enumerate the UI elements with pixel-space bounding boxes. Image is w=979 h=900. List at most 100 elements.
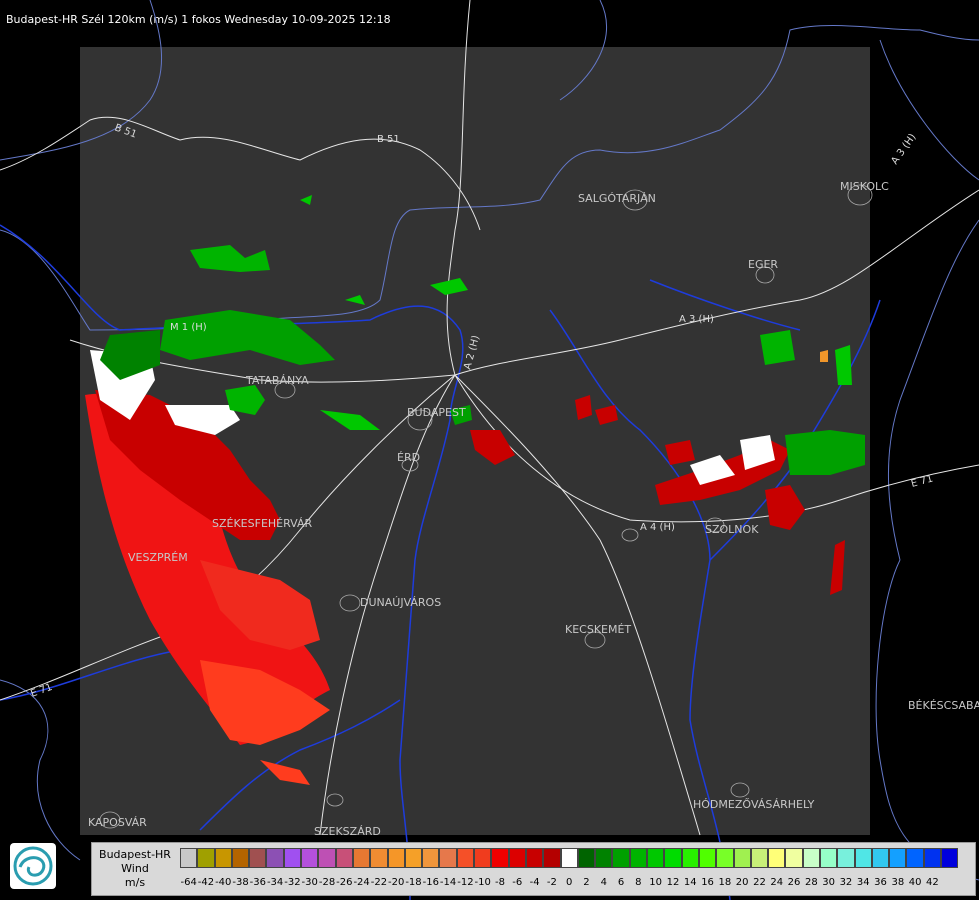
legend-tick-label: -2 (546, 877, 557, 888)
legend-tick-label: 36 (874, 877, 887, 888)
road-label: A 3 (H) (889, 132, 918, 167)
legend-swatch (422, 848, 440, 868)
road-label: A 4 (H) (640, 522, 675, 533)
legend-swatch (906, 848, 924, 868)
legend-swatch (750, 848, 769, 868)
legend-swatch (923, 848, 942, 868)
legend-tick-label: 30 (822, 877, 835, 888)
legend-swatch (525, 848, 544, 868)
road-label: B 51 (377, 134, 400, 145)
legend-swatch (508, 848, 526, 868)
legend-tick-label: -38 (232, 877, 249, 888)
legend-swatch (698, 848, 717, 868)
legend-swatch (335, 848, 353, 868)
legend-tick-label: 6 (617, 877, 625, 888)
legend-swatch (802, 848, 820, 868)
city-label: BÉKÉSCSABA (908, 699, 979, 712)
legend-swatch (180, 848, 198, 868)
radar-map[interactable]: SALGÓTARJÁN MISKOLC EGER TATABÁNYA BUDAP… (0, 0, 979, 900)
legend-swatch (577, 848, 596, 868)
legend-tick-label: -40 (215, 877, 232, 888)
legend-tick-label: 18 (718, 877, 732, 888)
legend-swatch (474, 848, 492, 868)
legend-tick-label: -36 (249, 877, 266, 888)
city-label: ÉRD (397, 451, 420, 464)
legend-tick-label: 24 (770, 877, 784, 888)
met-service-logo (10, 843, 56, 889)
legend-swatch (197, 848, 215, 868)
legend-tick-label: -18 (405, 877, 422, 888)
road-label: A 3 (H) (679, 314, 714, 325)
legend-tick-label: 20 (735, 877, 749, 888)
city-label: MISKOLC (840, 180, 889, 193)
legend-tick-label: 40 (908, 877, 922, 888)
legend-tick-label: 14 (683, 877, 697, 888)
city-label: SALGÓTARJÁN (578, 192, 656, 205)
legend-tick-label: -42 (197, 877, 215, 888)
city-label: EGER (748, 258, 778, 271)
legend-swatch (318, 848, 336, 868)
legend-swatch (889, 848, 907, 868)
city-label: BUDAPEST (407, 406, 466, 419)
legend-ticks: -64 -42 -40 -38 -36 -34 -32 -30 -28 -26 -24 -22 -20-… (180, 877, 941, 891)
legend-swatch (871, 848, 890, 868)
legend-unit: m/s (124, 876, 146, 889)
legend-swatch (352, 848, 371, 868)
legend-tick-label: -4 (529, 877, 540, 888)
legend-tick-label: -22 (370, 877, 388, 888)
legend-swatch (456, 848, 475, 868)
legend-tick-label: 26 (787, 877, 801, 888)
legend-title: Budapest-HR Wind m/s (92, 843, 178, 895)
legend-tick-label: -10 (474, 877, 491, 888)
city-label: KECSKEMÉT (565, 623, 631, 636)
legend-swatch (543, 848, 561, 868)
legend-tick-label: -30 (301, 877, 318, 888)
city-label: TATABÁNYA (245, 374, 309, 387)
legend-swatch (647, 848, 665, 868)
legend-source: Budapest-HR (99, 848, 171, 861)
legend-swatch (491, 848, 509, 868)
city-label: SZOLNOK (705, 523, 759, 536)
legend-tick-label: -26 (336, 877, 353, 888)
legend-tick-label: -20 (388, 877, 405, 888)
legend-tick-label: 32 (839, 877, 853, 888)
legend-swatch (370, 848, 388, 868)
legend-swatch (733, 848, 751, 868)
legend-tick-label: -16 (422, 877, 439, 888)
legend-tick-label: -32 (284, 877, 301, 888)
legend-swatch (283, 848, 302, 868)
legend-tick-label: 2 (583, 877, 590, 888)
legend-swatch (301, 848, 319, 868)
legend-tick-label: 12 (666, 877, 680, 888)
legend-swatch (664, 848, 682, 868)
legend-swatch (941, 848, 959, 868)
legend-tick-label: -28 (318, 877, 336, 888)
legend-swatch (231, 848, 250, 868)
city-label: DUNAÚJVÁROS (360, 596, 441, 609)
legend-swatch (819, 848, 838, 868)
city-label: SZÉKESFEHÉRVÁR (212, 517, 313, 530)
legend-swatch (387, 848, 405, 868)
legend-swatch (612, 848, 630, 868)
legend-swatch (595, 848, 613, 868)
legend-tick-label: 22 (753, 877, 766, 888)
legend-tick-label: -14 (439, 877, 457, 888)
legend-quantity: Wind (121, 862, 149, 875)
legend-swatch (214, 848, 232, 868)
legend-swatch (629, 848, 648, 868)
legend-swatch (439, 848, 457, 868)
legend-swatch (249, 848, 267, 868)
legend-tick-label: -24 (353, 877, 370, 888)
legend-tick-label: -6 (512, 877, 523, 888)
color-legend: Budapest-HR Wind m/s -64 -42 -40 -38 -36 -34-… (91, 842, 976, 896)
legend-swatch (785, 848, 803, 868)
legend-swatch (768, 848, 786, 868)
legend-swatch (404, 848, 423, 868)
road-label: E 71 (910, 474, 934, 490)
legend-tick-label: 16 (701, 877, 714, 888)
legend-tick-label: 10 (649, 877, 663, 888)
legend-swatch (560, 848, 578, 868)
legend-tick-label: 34 (856, 877, 870, 888)
city-label: HÓDMEZŐVÁSÁRHELY (693, 797, 815, 811)
city-label: KAPOSVÁR (88, 816, 147, 829)
